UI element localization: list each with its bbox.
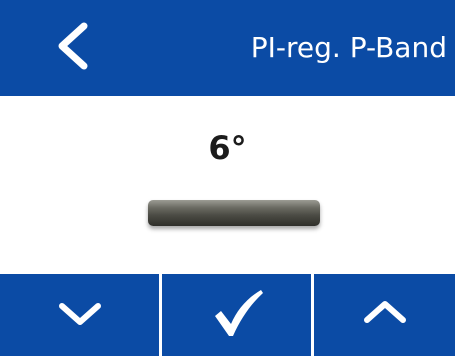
header-bar: PI-reg. P-Band	[0, 0, 455, 96]
chevron-up-icon	[361, 298, 409, 332]
increase-button[interactable]	[314, 274, 455, 356]
checkmark-icon	[209, 288, 265, 342]
settings-screen: PI-reg. P-Band 6°	[0, 0, 455, 356]
chevron-down-icon	[56, 298, 104, 332]
setting-value: 6°	[208, 129, 247, 167]
footer-bar	[0, 274, 455, 356]
value-bar	[148, 200, 320, 226]
decrease-button[interactable]	[0, 274, 159, 356]
chevron-left-icon	[52, 20, 92, 76]
back-button[interactable]	[44, 20, 100, 76]
confirm-button[interactable]	[159, 274, 314, 356]
page-title: PI-reg. P-Band	[250, 31, 447, 64]
